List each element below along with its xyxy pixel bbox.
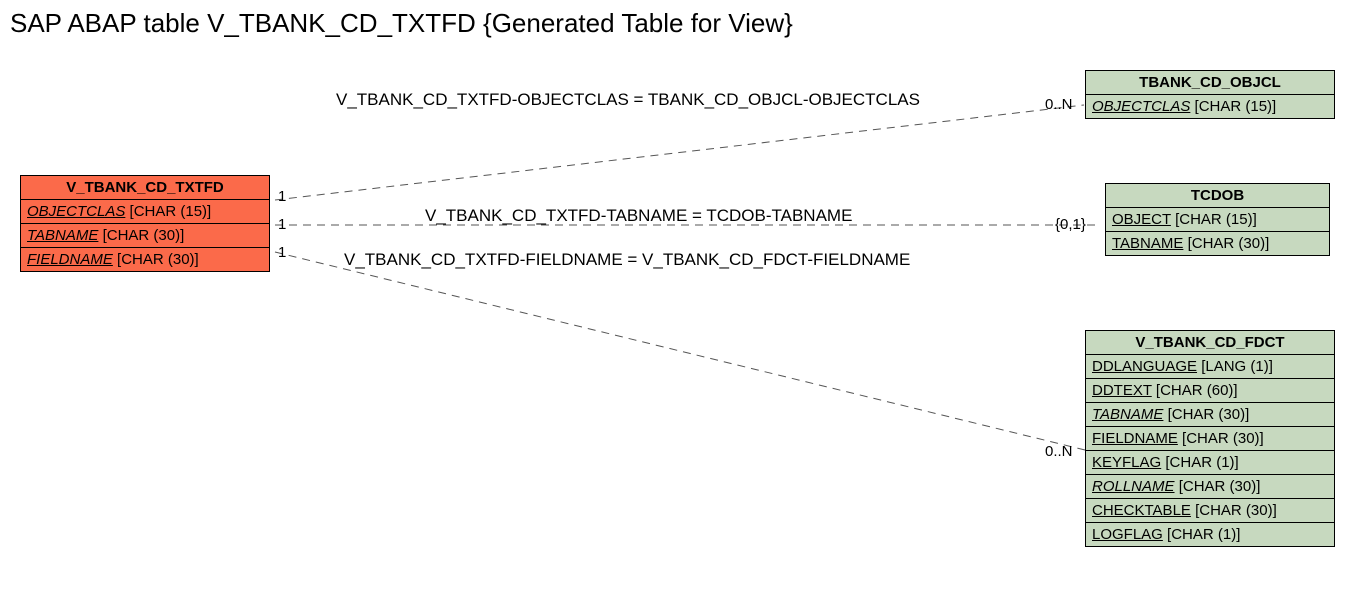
field-name: CHECKTABLE [1092,502,1191,519]
entity-header: V_TBANK_CD_FDCT [1086,331,1334,355]
entity-field: TABNAME [CHAR (30)] [1106,232,1329,255]
entity-field: DDLANGUAGE [LANG (1)] [1086,355,1334,379]
entity-tbank-cd-objcl: TBANK_CD_OBJCL OBJECTCLAS [CHAR (15)] [1085,70,1335,119]
cardinality-left-1: 1 [278,188,286,205]
field-name: ROLLNAME [1092,478,1175,495]
field-type: [CHAR (15)] [1195,98,1277,115]
field-name: TABNAME [1092,406,1163,423]
entity-main-field: FIELDNAME [CHAR (30)] [21,248,269,271]
cardinality-right-3: 0..N [1045,443,1073,460]
entity-field: LOGFLAG [CHAR (1)] [1086,523,1334,546]
relation-label-3: V_TBANK_CD_TXTFD-FIELDNAME = V_TBANK_CD_… [344,250,910,270]
field-name: OBJECT [1112,211,1171,228]
field-type: [CHAR (30)] [1188,235,1270,252]
entity-field: KEYFLAG [CHAR (1)] [1086,451,1334,475]
cardinality-right-2: {0,1} [1055,216,1086,233]
field-type: [CHAR (1)] [1165,454,1238,471]
entity-field: CHECKTABLE [CHAR (30)] [1086,499,1334,523]
field-type: [CHAR (30)] [1179,478,1261,495]
entity-tcdob: TCDOB OBJECT [CHAR (15)] TABNAME [CHAR (… [1105,183,1330,256]
field-name: FIELDNAME [1092,430,1178,447]
field-type: [CHAR (30)] [1195,502,1277,519]
field-type: [CHAR (30)] [1168,406,1250,423]
relation-label-1: V_TBANK_CD_TXTFD-OBJECTCLAS = TBANK_CD_O… [336,90,920,110]
entity-header: TCDOB [1106,184,1329,208]
field-name: FIELDNAME [27,251,113,268]
field-name: OBJECTCLAS [1092,98,1190,115]
field-type: [CHAR (30)] [117,251,199,268]
entity-main-field: OBJECTCLAS [CHAR (15)] [21,200,269,224]
field-type: [CHAR (30)] [103,227,185,244]
entity-field: OBJECT [CHAR (15)] [1106,208,1329,232]
field-name: DDLANGUAGE [1092,358,1197,375]
field-type: [CHAR (30)] [1182,430,1264,447]
entity-field: ROLLNAME [CHAR (30)] [1086,475,1334,499]
entity-field: DDTEXT [CHAR (60)] [1086,379,1334,403]
field-name: LOGFLAG [1092,526,1163,543]
field-type: [CHAR (60)] [1156,382,1238,399]
field-name: TABNAME [27,227,98,244]
field-type: [CHAR (15)] [130,203,212,220]
entity-main-header: V_TBANK_CD_TXTFD [21,176,269,200]
cardinality-left-3: 1 [278,244,286,261]
entity-field: OBJECTCLAS [CHAR (15)] [1086,95,1334,118]
entity-main-field: TABNAME [CHAR (30)] [21,224,269,248]
field-name: KEYFLAG [1092,454,1161,471]
cardinality-left-2: 1 [278,216,286,233]
entity-field: TABNAME [CHAR (30)] [1086,403,1334,427]
entity-header: TBANK_CD_OBJCL [1086,71,1334,95]
entity-main: V_TBANK_CD_TXTFD OBJECTCLAS [CHAR (15)] … [20,175,270,272]
entity-field: FIELDNAME [CHAR (30)] [1086,427,1334,451]
field-type: [LANG (1)] [1201,358,1273,375]
entity-v-tbank-cd-fdct: V_TBANK_CD_FDCT DDLANGUAGE [LANG (1)] DD… [1085,330,1335,547]
page-title: SAP ABAP table V_TBANK_CD_TXTFD {Generat… [10,8,793,39]
field-type: [CHAR (15)] [1175,211,1257,228]
field-name: OBJECTCLAS [27,203,125,220]
field-name: DDTEXT [1092,382,1152,399]
cardinality-right-1: 0..N [1045,96,1073,113]
field-name: TABNAME [1112,235,1183,252]
relation-label-2: V_TBANK_CD_TXTFD-TABNAME = TCDOB-TABNAME [425,206,852,226]
field-type: [CHAR (1)] [1167,526,1240,543]
